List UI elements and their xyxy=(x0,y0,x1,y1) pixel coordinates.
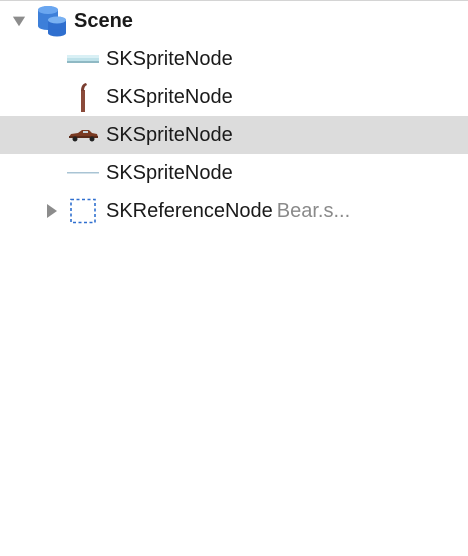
node-label: SKReferenceNode xyxy=(106,200,273,222)
reference-node-dashed-icon xyxy=(67,197,99,225)
ground-strip-thumbnail-icon xyxy=(66,46,100,72)
node-label: SKSpriteNode xyxy=(106,162,233,184)
scene-database-icon xyxy=(34,5,70,37)
reference-file-detail: Bear.s... xyxy=(276,200,351,222)
tree-item-reference-node[interactable]: SKReferenceNode Bear.s... xyxy=(0,192,468,230)
disclosure-expanded-icon[interactable] xyxy=(12,14,26,28)
node-label: SKSpriteNode xyxy=(106,124,233,146)
scene-graph-outline: Scene SKSpriteNode SKSpriteNode SKSprite… xyxy=(0,0,468,556)
node-label: SKSpriteNode xyxy=(106,48,233,70)
tree-item-sprite-node-selected[interactable]: SKSpriteNode xyxy=(0,116,468,154)
car-thumbnail-icon xyxy=(66,122,100,148)
reference-node-text: SKReferenceNode Bear.s... xyxy=(106,199,350,223)
disclosure-collapsed-icon[interactable] xyxy=(45,204,59,218)
tree-item-sprite-node[interactable]: SKSpriteNode xyxy=(0,40,468,78)
thin-line-thumbnail-icon xyxy=(66,160,100,186)
pole-thumbnail-icon xyxy=(66,81,100,113)
tree-item-sprite-node[interactable]: SKSpriteNode xyxy=(0,154,468,192)
scene-row[interactable]: Scene xyxy=(0,2,468,40)
scene-label: Scene xyxy=(74,10,133,32)
tree-item-sprite-node[interactable]: SKSpriteNode xyxy=(0,78,468,116)
node-label: SKSpriteNode xyxy=(106,86,233,108)
